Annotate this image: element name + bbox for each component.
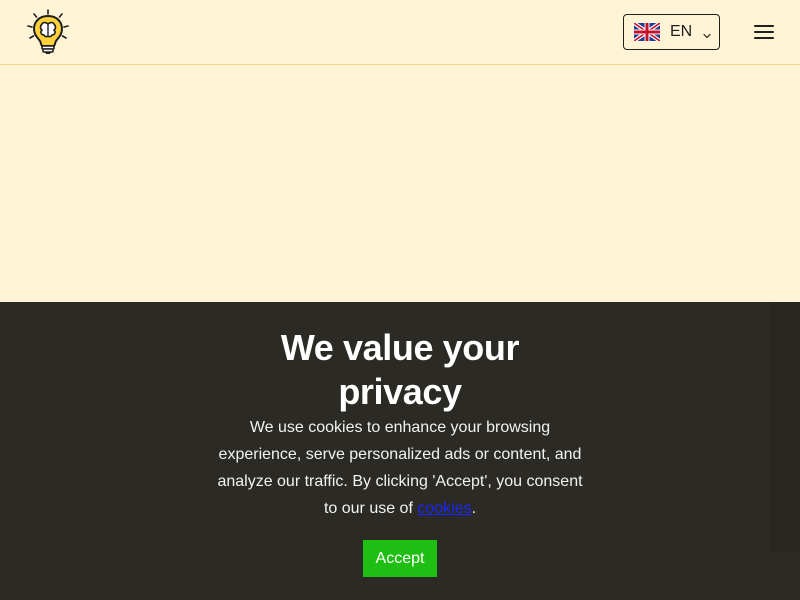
site-header: EN bbox=[0, 0, 800, 65]
lightbulb-brain-logo[interactable] bbox=[24, 8, 72, 56]
cookie-text-end: . bbox=[471, 500, 477, 517]
language-code: EN bbox=[670, 23, 693, 40]
cookie-consent-banner: We value your privacy We use cookies to … bbox=[0, 302, 800, 600]
language-selector[interactable]: EN bbox=[623, 14, 720, 50]
chevron-down-icon bbox=[702, 28, 712, 39]
cookie-banner-title: We value your privacy bbox=[280, 327, 520, 412]
cookies-policy-link[interactable]: cookies bbox=[417, 500, 471, 517]
accept-cookies-button[interactable]: Accept bbox=[363, 540, 437, 577]
cookie-banner-text: We use cookies to enhance your browsing … bbox=[210, 414, 590, 522]
cookie-text-main: We use cookies to enhance your browsing … bbox=[217, 419, 583, 517]
side-shadow bbox=[770, 302, 800, 552]
hamburger-menu-icon[interactable] bbox=[752, 22, 776, 42]
uk-flag-icon bbox=[632, 21, 662, 43]
